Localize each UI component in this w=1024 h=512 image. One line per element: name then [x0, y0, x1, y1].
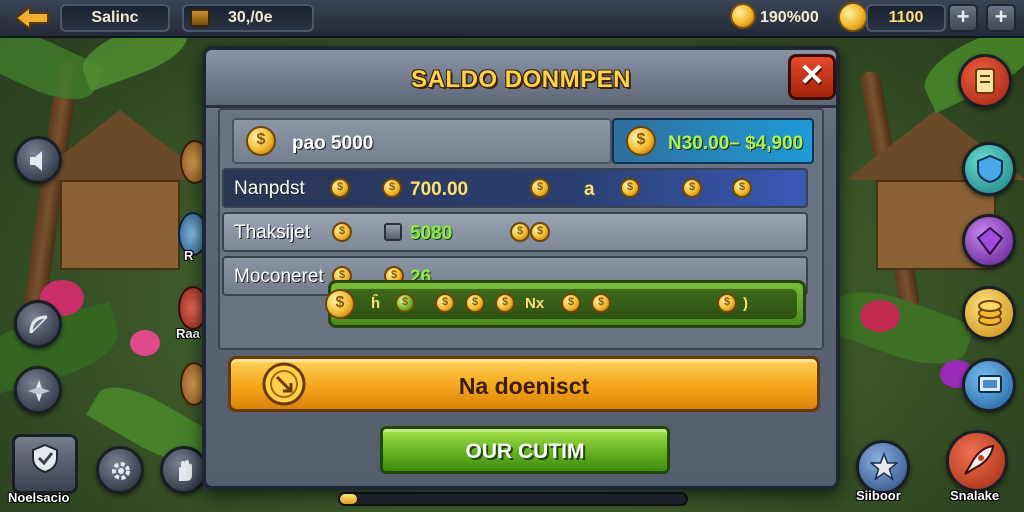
- guild-caption: Siiboor: [856, 488, 901, 503]
- deposit-range: N30.00– $4,900: [668, 133, 804, 154]
- gear-icon: [112, 462, 130, 480]
- star-icon: [870, 452, 898, 481]
- reward-tag: ĥ: [371, 295, 381, 312]
- gems-value: 1100: [888, 9, 924, 26]
- coin-icon: [246, 126, 276, 156]
- scroll-quest-button[interactable]: [958, 54, 1012, 108]
- coin-icon: [530, 222, 550, 242]
- dpad-button[interactable]: [14, 366, 62, 414]
- leaf-coin-icon: [395, 293, 415, 313]
- hand-button[interactable]: [160, 446, 208, 494]
- balance-row: pao 5000 N30.00– $4,900: [232, 118, 814, 164]
- row-value: 5080: [410, 223, 453, 244]
- chest-icon: [190, 9, 210, 27]
- inventory-button[interactable]: [12, 434, 78, 494]
- coin-icon: [591, 293, 611, 313]
- coin-icon: [620, 178, 640, 198]
- modal-title: SALDO DONMPEN: [411, 66, 631, 93]
- coin-shop-button[interactable]: [962, 286, 1016, 340]
- rocket-icon: [964, 444, 995, 475]
- coin-icon: [732, 178, 752, 198]
- player-name-pill[interactable]: Salinc: [60, 4, 170, 32]
- coin-icon: [465, 293, 485, 313]
- map-icon: [978, 375, 1002, 393]
- coin-stack-icon: [978, 300, 1002, 326]
- coin-stack-icon: [626, 126, 656, 156]
- balance-panel: pao 5000: [232, 118, 612, 164]
- deposit-option-row[interactable]: Thaksijet 5080: [222, 212, 808, 252]
- coin-icon: [332, 222, 352, 242]
- deposit-modal: SALDO DONMPEN ✕ pao 5000 N30.00– $4,900 …: [202, 46, 840, 490]
- row-label: Thaksijet: [234, 222, 311, 243]
- settings-button[interactable]: [96, 446, 144, 494]
- confirm-button-label: OUR CUTIM: [465, 440, 585, 463]
- reward-track: ĥ Nx ): [325, 289, 797, 319]
- coin-icon: [717, 293, 737, 313]
- row-label: Nanpdst: [234, 178, 305, 199]
- deposit-button-label: Na doenisct: [458, 373, 590, 399]
- confirm-button[interactable]: OUR CUTIM: [380, 426, 670, 474]
- flower: [130, 330, 160, 356]
- chest-icon: [384, 223, 402, 241]
- balance-label: pao 5000: [292, 133, 374, 154]
- scroll-icon: [975, 68, 995, 94]
- coin-icon: [682, 178, 702, 198]
- map-button[interactable]: [962, 358, 1016, 412]
- coin-icon: [495, 293, 515, 313]
- bow-button[interactable]: [14, 300, 62, 348]
- coin-icon: [561, 293, 581, 313]
- modal-header: SALDO DONMPEN ✕: [206, 50, 836, 108]
- bow-icon: [29, 315, 48, 334]
- magic-button[interactable]: [962, 214, 1016, 268]
- deposit-range-panel: N30.00– $4,900: [612, 118, 814, 164]
- reward-bar[interactable]: ĥ Nx ): [325, 280, 806, 328]
- sound-button[interactable]: [14, 136, 62, 184]
- reward-tag: Nx: [525, 295, 545, 312]
- guild-button[interactable]: [856, 440, 910, 494]
- shield-button[interactable]: [962, 142, 1016, 196]
- coin-icon: [530, 178, 550, 198]
- speaker-icon: [30, 151, 42, 171]
- deposit-button[interactable]: Na doenisct: [228, 356, 820, 412]
- row-value: 700.00: [410, 179, 469, 200]
- loading-progress-bar: [338, 492, 688, 506]
- inventory-caption: Noelsacio: [8, 490, 70, 505]
- compass-icon: [28, 380, 50, 402]
- coin-stack-icon: [838, 2, 868, 32]
- coin-icon: [435, 293, 455, 313]
- chat-caption: Snalake: [950, 488, 1000, 503]
- coins-value: 190%00: [760, 9, 819, 26]
- gem-icon: [976, 226, 1004, 256]
- coin-icon: [330, 178, 350, 198]
- flower: [860, 300, 900, 332]
- reward-tag: ): [743, 295, 748, 312]
- player-name: Salinc: [91, 9, 139, 26]
- modal-body: pao 5000 N30.00– $4,900 Nanpdst 700.00 a…: [218, 108, 824, 350]
- shield-check-icon: [32, 443, 58, 473]
- coin-icon: [510, 222, 530, 242]
- back-arrow-icon: [14, 4, 49, 32]
- chat-button[interactable]: [946, 430, 1008, 492]
- close-button[interactable]: ✕: [788, 54, 836, 100]
- gems-pill[interactable]: 1100: [866, 4, 946, 32]
- top-bar: Salinc 30,/0e 190%00 1100 + +: [0, 0, 1024, 38]
- add-coins-button[interactable]: +: [986, 4, 1016, 32]
- gold-value: 30,/0e: [228, 9, 273, 26]
- row-tag: a: [584, 179, 595, 200]
- hand-icon: [179, 460, 192, 481]
- coin-icon: [325, 289, 355, 319]
- row-label: Moconeret: [234, 266, 324, 287]
- progress-fill: [340, 494, 357, 504]
- npc-label: Raa: [176, 326, 200, 341]
- add-gems-button[interactable]: +: [948, 4, 978, 32]
- shield-icon: [977, 154, 1003, 184]
- back-button[interactable]: [12, 4, 52, 32]
- coin-icon: [382, 178, 402, 198]
- coin-icon: [730, 3, 756, 29]
- npc-label: R: [184, 248, 194, 263]
- deposit-option-row[interactable]: Nanpdst 700.00 a: [222, 168, 808, 208]
- gold-pill[interactable]: 30,/0e: [182, 4, 314, 32]
